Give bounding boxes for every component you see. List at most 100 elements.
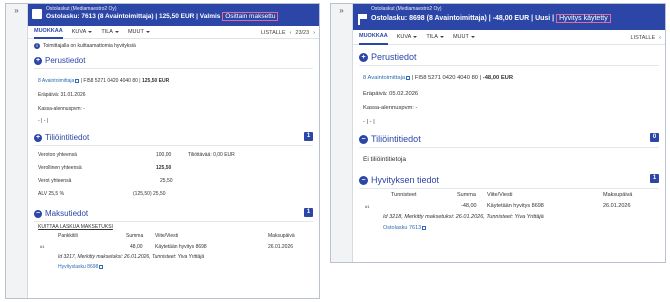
tab-muut[interactable]: MUUT bbox=[128, 29, 150, 35]
section-tiliointitiedot[interactable]: + Tiliöintitiedot 1 bbox=[34, 132, 313, 142]
toolbar-tabs: MUOKKAA KUVA TILA MUUT LISTALLE ‹ bbox=[353, 30, 665, 45]
row-index: #1 bbox=[365, 204, 370, 209]
iban: FI58 5271 0420 4040 80 bbox=[83, 78, 138, 84]
left-window: » Ostolaskut (Mediamaestro2 Oy) Ostolask… bbox=[5, 3, 320, 299]
invoice-link[interactable]: Ostolasku 7613 bbox=[383, 225, 421, 231]
due-row: Eräpäivä: 31.01.2026 bbox=[38, 92, 313, 98]
due-row: Eräpäivä: 05.02.2026 bbox=[363, 91, 659, 97]
chevron-down-icon bbox=[439, 36, 444, 38]
tax-value: 125,50 bbox=[156, 165, 172, 171]
divider bbox=[359, 147, 659, 148]
vat-value: 25,50 bbox=[160, 178, 173, 184]
section-perustiedot[interactable]: + Perustiedot bbox=[359, 52, 659, 62]
external-link-icon[interactable] bbox=[422, 225, 427, 230]
net-label: Veroton yhteensä bbox=[38, 152, 77, 158]
divider bbox=[34, 68, 313, 69]
header-subtitle: Ostolaskut (Mediamaestro2 Oy) bbox=[371, 6, 442, 12]
due-label: Eräpäivä: bbox=[363, 91, 388, 97]
credit-block: Tunnisteet Summa Viite/Viesti Maksupäivä… bbox=[353, 189, 665, 239]
screenshot-canvas: » Ostolaskut (Mediamaestro2 Oy) Ostolask… bbox=[0, 0, 670, 302]
col-header: Viite/Viesti bbox=[487, 192, 513, 198]
plus-icon: + bbox=[34, 133, 42, 142]
section-maksutiedot[interactable]: − Maksutiedot 1 bbox=[34, 208, 313, 218]
tab-tila[interactable]: TILA bbox=[101, 29, 119, 35]
prev-icon[interactable]: ‹ bbox=[659, 35, 661, 41]
supplier-row: 8 Avaintoimittaja | FI58 5271 0420 4040 … bbox=[363, 75, 514, 81]
list-button[interactable]: LISTALLE bbox=[630, 35, 655, 41]
invoice-title: Ostolasku: 7613 (8 Avaintoimittaja) | 12… bbox=[46, 13, 221, 20]
tab-tila[interactable]: TILA bbox=[426, 34, 444, 40]
section-title: Hyvityksen tiedot bbox=[371, 175, 440, 185]
section-perustiedot[interactable]: + Perustiedot bbox=[34, 56, 313, 65]
supplier-link[interactable]: 8 Avaintoimittaja bbox=[38, 78, 74, 84]
external-link-icon[interactable] bbox=[75, 78, 80, 83]
tab-kuva[interactable]: KUVA bbox=[397, 34, 418, 40]
tab-muokkaa[interactable]: MUOKKAA bbox=[34, 26, 63, 39]
credit-ref: Käytetään hyvitys 8698 bbox=[487, 203, 544, 209]
status-badge: Hyvitys käytetty bbox=[556, 14, 611, 23]
section-title: Tiliöintitiedot bbox=[371, 134, 421, 144]
flag-icon bbox=[357, 14, 367, 25]
payments-block: KUITTAA LASKUA MAKSETUKSI Pankkitili Sum… bbox=[28, 222, 319, 272]
minus-icon: − bbox=[34, 209, 42, 218]
info-icon: i bbox=[34, 43, 40, 49]
supplier-link[interactable]: 8 Avaintoimittaja bbox=[363, 75, 405, 81]
tab-kuva[interactable]: KUVA bbox=[72, 29, 93, 35]
notice: i Toimittajalla on kuittaamattomia hyvit… bbox=[34, 43, 313, 49]
due-value: 31.01.2026 bbox=[60, 92, 86, 98]
toolbar-tabs: MUOKKAA KUVA TILA MUUT LISTALLE ‹ 23/23 … bbox=[28, 26, 319, 39]
tab-label: MUUT bbox=[127, 29, 144, 35]
document-icon bbox=[32, 9, 42, 19]
col-header: Tunnisteet bbox=[391, 192, 417, 198]
tab-label: KUVA bbox=[71, 29, 87, 35]
credit-date: 26.01.2026 bbox=[603, 203, 631, 209]
list-button[interactable]: LISTALLE bbox=[261, 30, 286, 36]
title-bar: Ostolaskut (Mediamaestro2 Oy) Ostolasku:… bbox=[28, 4, 319, 26]
pager: 23/23 bbox=[295, 29, 310, 36]
dash-row: - | - | bbox=[38, 118, 49, 124]
credit-note-link[interactable]: Hyvityslasku 8698 bbox=[58, 264, 98, 270]
payment-sum: 48,00 bbox=[130, 244, 143, 250]
title-bar: Ostolaskut (Mediamaestro2 Oy) Ostolasku:… bbox=[353, 4, 665, 30]
credit-meta: Id 3218, Merkitty maksetuksi: 26.01.2026… bbox=[383, 214, 544, 220]
prev-icon[interactable]: ‹ bbox=[290, 30, 292, 36]
due-label: Eräpäivä: bbox=[38, 92, 60, 98]
section-tiliointitiedot[interactable]: − Tiliöintitiedot 0 bbox=[359, 133, 659, 144]
toolbar-right: LISTALLE ‹ 23/23 › bbox=[261, 26, 315, 39]
external-link-icon[interactable] bbox=[406, 75, 411, 80]
tab-label: KUVA bbox=[396, 34, 412, 40]
credit-link-row: Ostolasku 7613 bbox=[383, 225, 427, 231]
left-content: Ostolaskut (Mediamaestro2 Oy) Ostolasku:… bbox=[28, 4, 319, 298]
vat-rate-label: ALV 25,5 % bbox=[38, 191, 65, 197]
col-header: Summa bbox=[126, 233, 144, 239]
chevron-down-icon bbox=[145, 31, 150, 33]
side-rail: » bbox=[331, 4, 353, 262]
external-link-icon[interactable] bbox=[99, 264, 104, 269]
tab-muut[interactable]: MUUT bbox=[453, 34, 475, 40]
vat-label: Verot yhteensä bbox=[38, 178, 72, 184]
payment-meta: Id 3217, Merkitty maksetuksi: 26.01.2026… bbox=[58, 254, 205, 260]
chevron-down-icon bbox=[88, 31, 93, 33]
expand-chevron-icon[interactable]: » bbox=[6, 6, 27, 15]
no-tiliointi: Ei tiliöintitietoja bbox=[363, 156, 406, 163]
status-badge: Osittain maksettu bbox=[222, 12, 279, 21]
count-badge: 0 bbox=[650, 133, 659, 142]
col-header: Maksupäivä bbox=[268, 233, 295, 239]
expand-chevron-icon[interactable]: » bbox=[331, 6, 352, 15]
section-hyvitys[interactable]: − Hyvityksen tiedot 1 bbox=[359, 174, 659, 185]
tab-label: MUUT bbox=[452, 34, 469, 40]
invoice-title: Ostolasku: 8698 (8 Avaintoimittaja) | -4… bbox=[371, 15, 555, 22]
divider bbox=[359, 65, 659, 66]
next-icon[interactable]: › bbox=[313, 30, 315, 36]
plus-icon: + bbox=[359, 52, 368, 62]
plus-icon: + bbox=[34, 56, 42, 65]
payment-date: 26.01.2026 bbox=[268, 244, 294, 250]
header-title: Ostolasku: 7613 (8 Avaintoimittaja) | 12… bbox=[46, 12, 319, 21]
notice-text: Toimittajalla on kuittaamattomia hyvityk… bbox=[43, 43, 136, 49]
mark-paid-link[interactable]: KUITTAA LASKUA MAKSETUKSI bbox=[38, 224, 113, 230]
header-subtitle: Ostolaskut (Mediamaestro2 Oy) bbox=[46, 6, 117, 12]
accounting-block: Veroton yhteensä 100,00 Tiliöitävää: 0,0… bbox=[28, 146, 319, 202]
tab-label: TILA bbox=[426, 34, 438, 40]
credit-sum: -48,00 bbox=[461, 203, 477, 209]
tab-muokkaa[interactable]: MUOKKAA bbox=[359, 30, 388, 45]
